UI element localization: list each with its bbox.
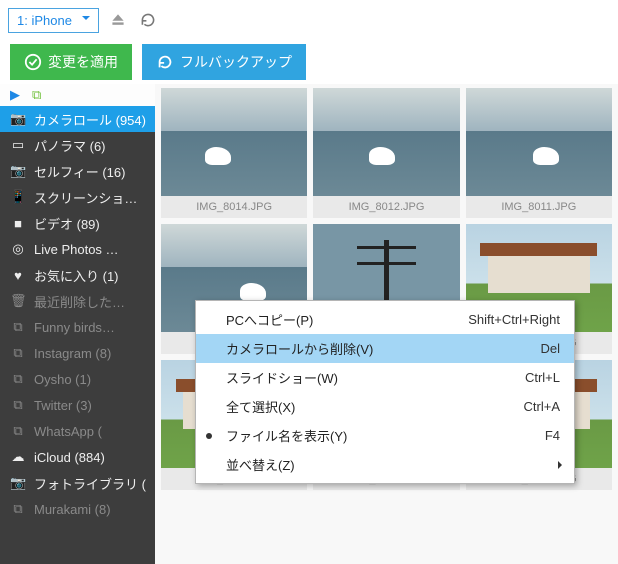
thumbnail-image bbox=[161, 88, 307, 196]
cloud-icon: ☁ bbox=[10, 449, 26, 465]
submenu-arrow-icon bbox=[558, 461, 566, 469]
album-icon: ⧉ bbox=[10, 371, 26, 387]
thumbnail[interactable]: IMG_8014.JPG bbox=[161, 88, 307, 218]
menu-shortcut: Del bbox=[540, 341, 560, 356]
thumbnail-caption: IMG_8012.JPG bbox=[313, 196, 459, 218]
sidebar-item-label: iCloud (884) bbox=[34, 450, 105, 465]
sidebar-item-5[interactable]: ◎ Live Photos … bbox=[0, 236, 155, 262]
top-toolbar: 1: iPhone bbox=[0, 0, 618, 40]
sidebar-item-label: 最近削除した… bbox=[34, 292, 125, 311]
pano-icon: ▭ bbox=[10, 137, 26, 153]
trash-icon: 🗑 bbox=[10, 293, 26, 309]
action-toolbar: 変更を適用 フルバックアップ bbox=[0, 40, 618, 84]
menu-shortcut: F4 bbox=[545, 428, 560, 443]
sidebar-item-4[interactable]: ■ ビデオ (89) bbox=[0, 210, 155, 236]
sidebar-item-label: Instagram (8) bbox=[34, 346, 111, 361]
sidebar-item-label: カメラロール (954) bbox=[34, 110, 146, 129]
sidebar-item-label: Funny birds… bbox=[34, 320, 115, 335]
sidebar-item-2[interactable]: 📷 セルフィー (16) bbox=[0, 158, 155, 184]
thumbnail[interactable]: IMG_8012.JPG bbox=[313, 88, 459, 218]
thumbnail-area: IMG_8014.JPGIMG_8012.JPGIMG_8011.JPGIMG_… bbox=[155, 84, 618, 564]
sidebar-item-label: Twitter (3) bbox=[34, 398, 92, 413]
sidebar-item-label: セルフィー (16) bbox=[34, 162, 125, 181]
heart-icon: ♥ bbox=[10, 268, 26, 283]
thumbnail-caption: IMG_8014.JPG bbox=[161, 196, 307, 218]
refresh-icon[interactable] bbox=[137, 9, 159, 31]
menu-item-label: ファイル名を表示(Y) bbox=[226, 426, 347, 445]
thumbnail-image bbox=[466, 88, 612, 196]
device-name: 1: iPhone bbox=[17, 13, 72, 28]
sidebar-item-0[interactable]: 📷 カメラロール (954) bbox=[0, 106, 155, 132]
sidebar-item-10[interactable]: ⧉ Oysho (1) bbox=[0, 366, 155, 392]
album-icon: ⧉ bbox=[10, 501, 26, 517]
apply-changes-button[interactable]: 変更を適用 bbox=[10, 44, 132, 80]
sidebar-tabs: ▶ ⧉ bbox=[0, 84, 155, 106]
album-icon: ⧉ bbox=[10, 423, 26, 439]
thumbnail[interactable]: IMG_8011.JPG bbox=[466, 88, 612, 218]
sidebar-item-label: お気に入り (1) bbox=[34, 266, 119, 285]
sidebar-item-label: Oysho (1) bbox=[34, 372, 91, 387]
context-menu: PCへコピー(P) Shift+Ctrl+Right カメラロールから削除(V) De… bbox=[195, 300, 575, 484]
phone-icon: 📱 bbox=[10, 189, 26, 205]
menu-item-label: PCへコピー(P) bbox=[226, 310, 313, 329]
album-icon: ⧉ bbox=[10, 397, 26, 413]
menu-item-label: カメラロールから削除(V) bbox=[226, 339, 373, 358]
menu-item-4[interactable]: ファイル名を表示(Y) F4 bbox=[196, 421, 574, 450]
apply-label: 変更を適用 bbox=[48, 52, 118, 72]
backup-label: フルバックアップ bbox=[180, 52, 292, 72]
menu-item-label: 並べ替え(Z) bbox=[226, 455, 295, 474]
sidebar-item-label: Murakami (8) bbox=[34, 502, 111, 517]
photolib-icon: 📷 bbox=[10, 475, 26, 491]
sidebar-item-9[interactable]: ⧉ Instagram (8) bbox=[0, 340, 155, 366]
sidebar-item-13[interactable]: ☁ iCloud (884) bbox=[0, 444, 155, 470]
sidebar-item-label: Live Photos … bbox=[34, 242, 119, 257]
sidebar-item-3[interactable]: 📱 スクリーンショ… bbox=[0, 184, 155, 210]
camera-icon: 📷 bbox=[10, 111, 26, 127]
video-icon: ■ bbox=[10, 216, 26, 231]
menu-item-2[interactable]: スライドショー(W) Ctrl+L bbox=[196, 363, 574, 392]
menu-item-1[interactable]: カメラロールから削除(V) Del bbox=[196, 334, 574, 363]
menu-item-3[interactable]: 全て選択(X) Ctrl+A bbox=[196, 392, 574, 421]
sidebar-item-15[interactable]: ⧉ Murakami (8) bbox=[0, 496, 155, 522]
bullet-icon bbox=[206, 433, 212, 439]
photo-tab-icon[interactable]: ⧉ bbox=[32, 87, 41, 103]
play-folder-icon[interactable]: ▶ bbox=[10, 87, 20, 103]
sidebar: ▶ ⧉ 📷 カメラロール (954) ▭ パノラマ (6) 📷 セルフィー (16) 📱 スク… bbox=[0, 84, 155, 564]
sidebar-item-8[interactable]: ⧉ Funny birds… bbox=[0, 314, 155, 340]
menu-item-label: 全て選択(X) bbox=[226, 397, 295, 416]
sidebar-item-label: フォトライブラリ ( bbox=[34, 474, 146, 493]
sidebar-item-1[interactable]: ▭ パノラマ (6) bbox=[0, 132, 155, 158]
full-backup-button[interactable]: フルバックアップ bbox=[142, 44, 306, 80]
sidebar-item-label: WhatsApp ( bbox=[34, 424, 102, 439]
live-icon: ◎ bbox=[10, 241, 26, 257]
check-icon bbox=[24, 53, 42, 71]
thumbnail-image bbox=[313, 88, 459, 196]
selfie-icon: 📷 bbox=[10, 163, 26, 179]
menu-item-label: スライドショー(W) bbox=[226, 368, 338, 387]
menu-item-0[interactable]: PCへコピー(P) Shift+Ctrl+Right bbox=[196, 305, 574, 334]
sidebar-item-label: ビデオ (89) bbox=[34, 214, 100, 233]
sidebar-item-label: スクリーンショ… bbox=[34, 188, 137, 207]
sidebar-item-14[interactable]: 📷 フォトライブラリ ( bbox=[0, 470, 155, 496]
sidebar-item-7[interactable]: 🗑 最近削除した… bbox=[0, 288, 155, 314]
sidebar-item-6[interactable]: ♥ お気に入り (1) bbox=[0, 262, 155, 288]
sidebar-item-11[interactable]: ⧉ Twitter (3) bbox=[0, 392, 155, 418]
menu-shortcut: Ctrl+A bbox=[524, 399, 560, 414]
menu-item-5[interactable]: 並べ替え(Z) bbox=[196, 450, 574, 479]
menu-shortcut: Shift+Ctrl+Right bbox=[468, 312, 560, 327]
device-selector[interactable]: 1: iPhone bbox=[8, 8, 99, 33]
menu-shortcut: Ctrl+L bbox=[525, 370, 560, 385]
refresh-circle-icon bbox=[156, 53, 174, 71]
sidebar-item-label: パノラマ (6) bbox=[34, 136, 106, 155]
sidebar-item-12[interactable]: ⧉ WhatsApp ( bbox=[0, 418, 155, 444]
thumbnail-caption: IMG_8011.JPG bbox=[466, 196, 612, 218]
album-icon: ⧉ bbox=[10, 345, 26, 361]
eject-icon[interactable] bbox=[107, 9, 129, 31]
album-icon: ⧉ bbox=[10, 319, 26, 335]
